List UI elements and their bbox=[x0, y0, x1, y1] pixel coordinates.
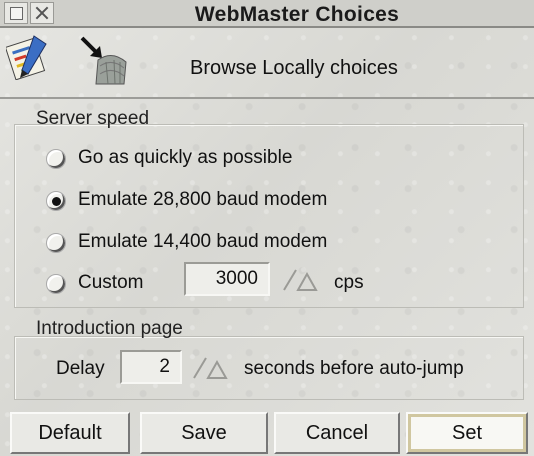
choices-window: WebMaster Choices Browse Locally choices… bbox=[0, 0, 534, 456]
back-icon[interactable] bbox=[4, 2, 28, 24]
header-divider bbox=[0, 97, 534, 99]
radio-option-28800[interactable]: Emulate 28,800 baud modem bbox=[46, 188, 366, 212]
radio-label: Go as quickly as possible bbox=[78, 147, 293, 168]
header-title: Browse Locally choices bbox=[190, 57, 398, 79]
introduction-page-label: Introduction page bbox=[36, 318, 183, 339]
save-button[interactable]: Save bbox=[140, 412, 268, 454]
close-icon[interactable] bbox=[30, 2, 54, 24]
radio-button[interactable] bbox=[46, 233, 66, 253]
title-bar[interactable]: WebMaster Choices bbox=[0, 0, 534, 28]
delay-stepper-icon[interactable] bbox=[186, 354, 230, 382]
custom-speed-stepper-icon[interactable] bbox=[276, 266, 320, 294]
radio-button-selected[interactable] bbox=[46, 191, 66, 211]
radio-button[interactable] bbox=[46, 149, 66, 169]
browse-arrow-icon bbox=[80, 36, 127, 85]
delay-input[interactable]: 2 bbox=[120, 350, 182, 384]
default-button[interactable]: Default bbox=[10, 412, 130, 454]
radio-button[interactable] bbox=[46, 274, 66, 294]
delay-suffix-label: seconds before auto-jump bbox=[244, 358, 464, 379]
choices-header: Browse Locally choices bbox=[0, 30, 534, 96]
radio-label: Emulate 14,400 baud modem bbox=[78, 231, 328, 252]
window-title: WebMaster Choices bbox=[194, 3, 400, 26]
radio-option-14400[interactable]: Emulate 14,400 baud modem bbox=[46, 230, 366, 254]
webmaster-app-icon bbox=[6, 35, 47, 80]
custom-speed-input[interactable]: 3000 bbox=[184, 262, 270, 296]
set-button[interactable]: Set bbox=[406, 412, 528, 454]
custom-speed-unit: cps bbox=[334, 272, 364, 293]
server-speed-label: Server speed bbox=[36, 108, 150, 129]
delay-label: Delay bbox=[56, 358, 105, 379]
cancel-button[interactable]: Cancel bbox=[274, 412, 400, 454]
radio-option-quickly[interactable]: Go as quickly as possible bbox=[46, 146, 336, 170]
radio-label: Emulate 28,800 baud modem bbox=[78, 189, 328, 210]
radio-option-custom[interactable]: Custom bbox=[46, 271, 166, 295]
radio-label: Custom bbox=[78, 272, 144, 293]
